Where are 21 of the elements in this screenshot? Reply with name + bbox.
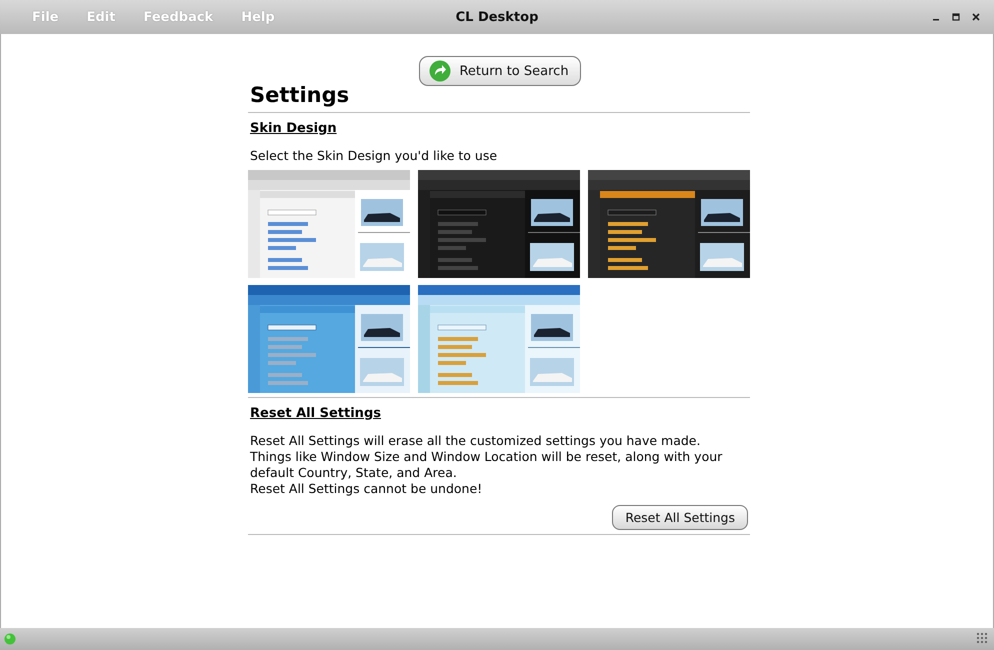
resize-grip-icon[interactable] [976, 632, 990, 646]
description-text: Reset All Settings cannot be undone! [250, 481, 484, 497]
reset-all-settings-button[interactable]: Reset All Settings [612, 505, 748, 530]
status-light-icon [4, 633, 16, 645]
maximize-icon[interactable] [952, 13, 960, 21]
skin-preview-drawing[interactable] [588, 170, 750, 278]
prompt-text: Select the Skin Design you'd like to use [250, 148, 498, 164]
close-icon[interactable] [972, 13, 980, 21]
menu-item[interactable]: Help [229, 8, 287, 26]
description-text: Things like Window Size and Window Location will be reset, along with your default Country, State, and Area. [250, 449, 724, 481]
section-heading: Reset All Settings [250, 406, 382, 422]
skin-preview-drawing[interactable] [418, 170, 580, 278]
page-title: Settings [250, 82, 350, 108]
menu-item[interactable]: Edit [74, 8, 128, 26]
section-heading: Skin Design [250, 121, 338, 137]
menu-item[interactable]: File [20, 8, 71, 26]
menu-item[interactable]: Feedback [131, 8, 226, 26]
window-title: CL Desktop [454, 10, 540, 24]
description-text: Reset All Settings will erase all the customized settings you have made. [250, 433, 702, 449]
skin-preview-drawing[interactable] [248, 285, 410, 393]
return-to-search-button[interactable]: Return to Search [419, 56, 581, 86]
